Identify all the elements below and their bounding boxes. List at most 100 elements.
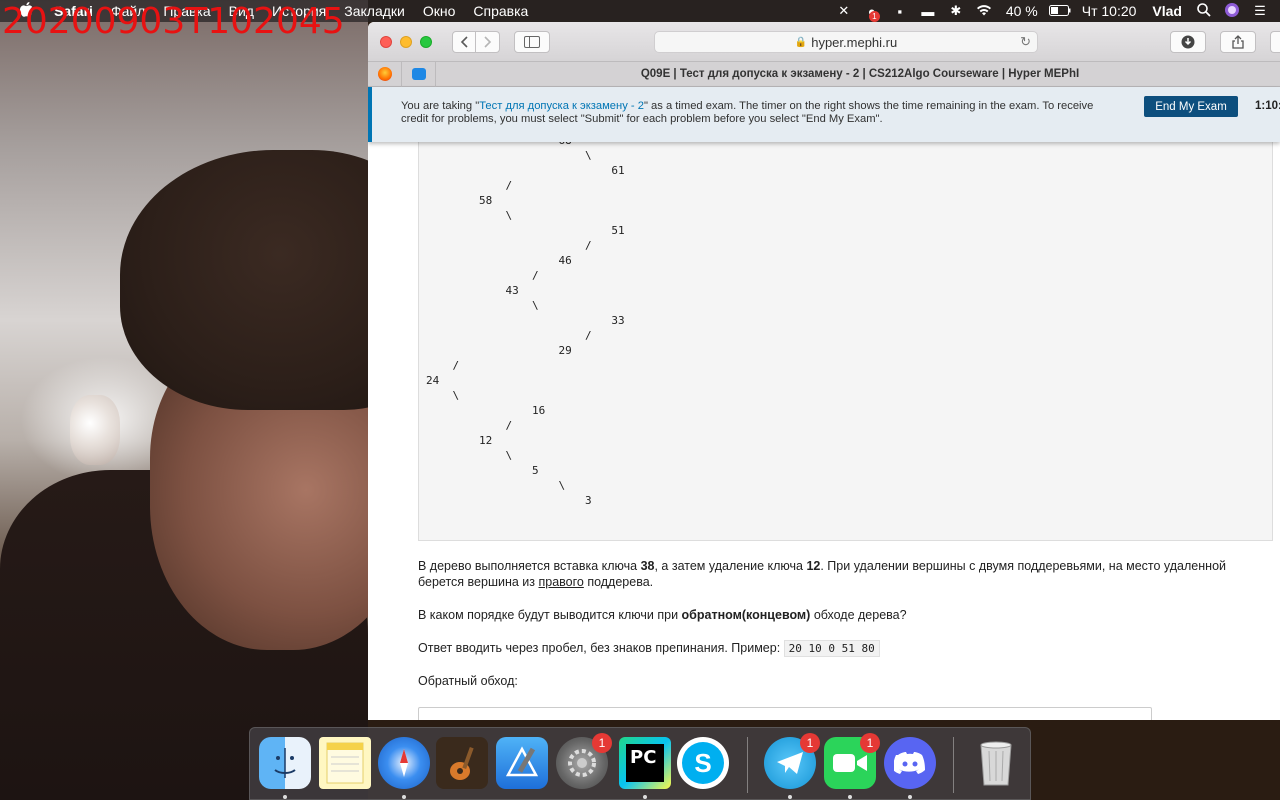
spotlight-search-icon[interactable] <box>1190 2 1218 20</box>
tree-line: / <box>426 269 539 282</box>
downloads-button[interactable] <box>1170 31 1206 53</box>
status-area: ✕ ●1 ▪ ▬ ✱ 40 % Чт 10:20 Vlad ☰ <box>830 0 1280 22</box>
close-window-button[interactable] <box>380 35 392 48</box>
finder-icon[interactable] <box>259 737 311 789</box>
menu-bookmarks[interactable]: Закладки <box>344 3 405 19</box>
webcam-photo <box>0 0 368 800</box>
lamp-shape <box>70 395 120 465</box>
q2-text-b: обходе дерева? <box>810 608 907 622</box>
sidebar-icon <box>524 35 540 48</box>
forward-button[interactable] <box>476 30 500 53</box>
answer-example-code: 20 10 0 51 80 <box>783 640 880 657</box>
maximize-window-button[interactable] <box>420 35 432 48</box>
share-button[interactable] <box>1220 31 1256 53</box>
trash-icon[interactable] <box>970 737 1022 789</box>
dock-separator-1 <box>747 737 748 793</box>
answer-label: Обратный обход: <box>418 674 518 688</box>
facetime-icon[interactable]: 1 <box>824 733 880 789</box>
download-icon <box>1181 35 1195 49</box>
tree-line: 58 <box>426 194 493 207</box>
exam-notice-text: You are taking "Тест для допуска к экзам… <box>401 100 1101 125</box>
discord-running-indicator <box>908 795 912 799</box>
system-preferences-badge: 1 <box>592 733 612 753</box>
window-controls <box>380 35 432 48</box>
question-paragraph-1: В дерево выполняется вставка ключа 38, а… <box>418 558 1248 590</box>
tree-line: / <box>426 179 513 192</box>
safari-icon[interactable] <box>378 737 430 789</box>
tree-line: 24 <box>426 374 440 387</box>
lock-icon: 🔒 <box>794 36 808 48</box>
safari-window: 🔒 hyper.mephi.ru ↻ Q09E | Тест для допус… <box>368 22 1280 720</box>
question-paragraph-2: В каком порядке будут выводится ключи пр… <box>418 607 1248 623</box>
pycharm-icon[interactable]: PC <box>619 737 671 789</box>
browser-toolbar: 🔒 hyper.mephi.ru ↻ <box>368 22 1280 62</box>
telegram-icon[interactable]: 1 <box>764 733 820 789</box>
toolbar-right <box>1170 31 1280 53</box>
battery-icon[interactable] <box>1046 4 1074 19</box>
user-name[interactable]: Vlad <box>1152 3 1182 19</box>
bluetooth-icon[interactable]: ✱ <box>942 3 970 19</box>
battery-percent[interactable]: 40 % <box>1006 3 1038 19</box>
tree-line: 46 <box>426 254 572 267</box>
hair-shape <box>120 150 368 410</box>
tree-line: \ <box>426 299 539 312</box>
active-tab-title[interactable]: Q09E | Тест для допуска к экзамену - 2 |… <box>440 68 1280 80</box>
menu-window[interactable]: Окно <box>423 3 456 19</box>
sidebar-toggle-button[interactable] <box>514 30 550 53</box>
tree-diagram: 68 \ 61 / 58 \ 51 / 46 / 4 <box>419 142 1272 508</box>
facetime-running-indicator <box>848 795 852 799</box>
timed-exam-banner: You are taking "Тест для допуска к экзам… <box>368 87 1280 142</box>
notice-text-before: You are taking " <box>401 100 480 112</box>
notification-badge: 1 <box>868 10 880 22</box>
tree-line: / <box>426 239 592 252</box>
svg-text:S: S <box>694 748 711 778</box>
dock: 1 PC S 1 1 <box>249 727 1031 800</box>
pinned-tab-2[interactable] <box>402 61 436 87</box>
notes-icon[interactable] <box>319 737 371 789</box>
dock-separator-2 <box>953 737 954 793</box>
menu-help[interactable]: Справка <box>473 3 528 19</box>
siri-icon[interactable] <box>1218 2 1246 21</box>
system-preferences-icon[interactable]: 1 <box>556 733 612 789</box>
notification-icon[interactable]: ●1 <box>858 4 886 22</box>
skype-icon[interactable]: S <box>677 737 729 789</box>
favicon-orange-icon <box>377 67 392 81</box>
facetime-badge: 1 <box>860 733 880 753</box>
reload-icon[interactable]: ↻ <box>1020 34 1031 50</box>
answer-input[interactable] <box>418 707 1152 720</box>
end-my-exam-button[interactable]: End My Exam <box>1144 96 1238 117</box>
tree-line: \ <box>426 149 592 162</box>
pycharm-label: PC <box>626 744 664 782</box>
flag-us-icon[interactable]: ▬ <box>914 4 942 19</box>
recording-timestamp: 20200903T102045 <box>2 1 345 42</box>
question-paragraph-3: Ответ вводить через пробел, без знаков п… <box>418 640 1248 657</box>
tabs-overview-button[interactable] <box>1270 31 1280 53</box>
favicon-chat-icon <box>411 68 426 80</box>
garageband-icon[interactable] <box>436 737 488 789</box>
minimize-window-button[interactable] <box>400 35 412 48</box>
tree-line: / <box>426 329 592 342</box>
q2-text-a: В каком порядке будут выводится ключи пр… <box>418 608 682 622</box>
tree-line: 16 <box>426 404 546 417</box>
pycharm-running-indicator <box>643 795 647 799</box>
right-subtree-word: правого <box>538 575 584 589</box>
xcode-icon[interactable] <box>496 737 548 789</box>
back-button[interactable] <box>452 30 476 53</box>
notification-center-icon[interactable]: ☰ <box>1246 3 1274 19</box>
pinned-tab-1[interactable] <box>368 61 402 87</box>
clock[interactable]: Чт 10:20 <box>1082 3 1137 19</box>
navigation-buttons <box>452 30 500 53</box>
wifi-icon[interactable] <box>970 4 998 19</box>
microphone-off-icon[interactable]: ✕ <box>830 3 858 19</box>
messages-icon[interactable]: ▪ <box>886 4 914 19</box>
telegram-badge: 1 <box>800 733 820 753</box>
exam-link[interactable]: Тест для допуска к экзамену - 2 <box>479 100 644 112</box>
tab-bar: Q09E | Тест для допуска к экзамену - 2 |… <box>368 61 1280 87</box>
delete-key: 12 <box>806 559 821 573</box>
tree-line: 51 <box>426 224 625 237</box>
discord-icon[interactable] <box>884 737 936 789</box>
address-bar[interactable]: 🔒 hyper.mephi.ru ↻ <box>654 31 1038 53</box>
problem-content: 68 \ 61 / 58 \ 51 / 46 / 4 <box>368 142 1280 720</box>
q3-text-a: Ответ вводить через пробел, без знаков п… <box>418 641 784 655</box>
tree-line: 5 <box>426 464 539 477</box>
